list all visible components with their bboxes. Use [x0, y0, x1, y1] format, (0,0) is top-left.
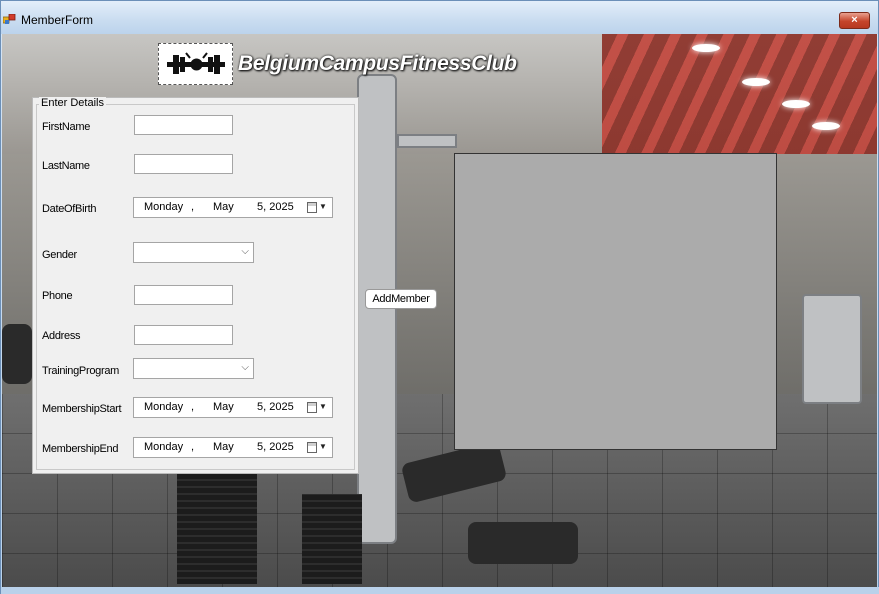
training-program-select[interactable]: ⌵ [133, 358, 254, 379]
weight-stack [177, 474, 257, 584]
title-bar[interactable]: MemberForm × [1, 1, 878, 34]
client-area: BelgiumCampusFitnessClub Enter Details F… [2, 34, 877, 587]
training-program-label: TrainingProgram [42, 365, 120, 377]
gym-machine-right [802, 294, 862, 404]
membership-end-label: MembershipEnd [42, 443, 119, 455]
gym-machine-bar [397, 134, 457, 148]
end-separator: , [191, 441, 195, 453]
last-name-input[interactable] [134, 154, 233, 174]
members-data-grid[interactable] [454, 153, 777, 450]
ceiling-light [692, 44, 720, 52]
group-title: Enter Details [39, 97, 106, 109]
gym-equipment-left [2, 324, 32, 384]
window-title: MemberForm [21, 13, 94, 27]
chevron-down-icon[interactable]: ⌵ [241, 246, 249, 257]
chevron-down-icon[interactable]: ▼ [319, 402, 327, 411]
gym-machine-frame [357, 74, 397, 544]
ceiling-light [782, 100, 810, 108]
end-month: May [213, 441, 234, 453]
ceiling-light [742, 78, 770, 86]
start-day: Monday [144, 401, 184, 413]
calendar-icon[interactable] [307, 202, 317, 213]
dob-month: May [213, 201, 234, 213]
member-form-window: MemberForm × BelgiumCampusFitnessClub En… [0, 0, 879, 594]
dob-separator: , [191, 201, 195, 213]
gender-select[interactable]: ⌵ [133, 242, 254, 263]
end-date: 5, 2025 [257, 441, 294, 453]
close-button[interactable]: × [839, 12, 870, 29]
start-date: 5, 2025 [257, 401, 294, 413]
gender-label: Gender [42, 249, 77, 261]
window-bottom-border [1, 587, 879, 594]
membership-start-picker[interactable]: Monday , May 5, 2025 ▼ [133, 397, 333, 418]
membership-start-label: MembershipStart [42, 403, 122, 415]
membership-end-picker[interactable]: Monday , May 5, 2025 ▼ [133, 437, 333, 458]
start-month: May [213, 401, 234, 413]
address-input[interactable] [134, 325, 233, 345]
end-day: Monday [144, 441, 184, 453]
date-of-birth-picker[interactable]: Monday , May 5, 2025 ▼ [133, 197, 333, 218]
first-name-label: FirstName [42, 121, 91, 133]
start-separator: , [191, 401, 195, 413]
address-label: Address [42, 330, 81, 342]
phone-input[interactable] [134, 285, 233, 305]
first-name-input[interactable] [134, 115, 233, 135]
app-icon [3, 14, 16, 24]
ceiling-light [812, 122, 840, 130]
phone-label: Phone [42, 290, 73, 302]
add-member-button[interactable]: AddMember [365, 289, 437, 309]
brand-title: BelgiumCampusFitnessClub [238, 52, 517, 75]
gym-bench-pad [468, 522, 578, 564]
last-name-label: LastName [42, 160, 90, 172]
dumbbell-icon [167, 52, 225, 74]
chevron-down-icon[interactable]: ▼ [319, 442, 327, 451]
dob-day: Monday [144, 201, 184, 213]
weight-stack [302, 494, 362, 584]
calendar-icon[interactable] [307, 402, 317, 413]
dob-date: 5, 2025 [257, 201, 294, 213]
chevron-down-icon[interactable]: ⌵ [241, 362, 249, 373]
chevron-down-icon[interactable]: ▼ [319, 202, 327, 211]
date-of-birth-label: DateOfBirth [42, 203, 97, 215]
calendar-icon[interactable] [307, 442, 317, 453]
club-logo [158, 43, 233, 85]
